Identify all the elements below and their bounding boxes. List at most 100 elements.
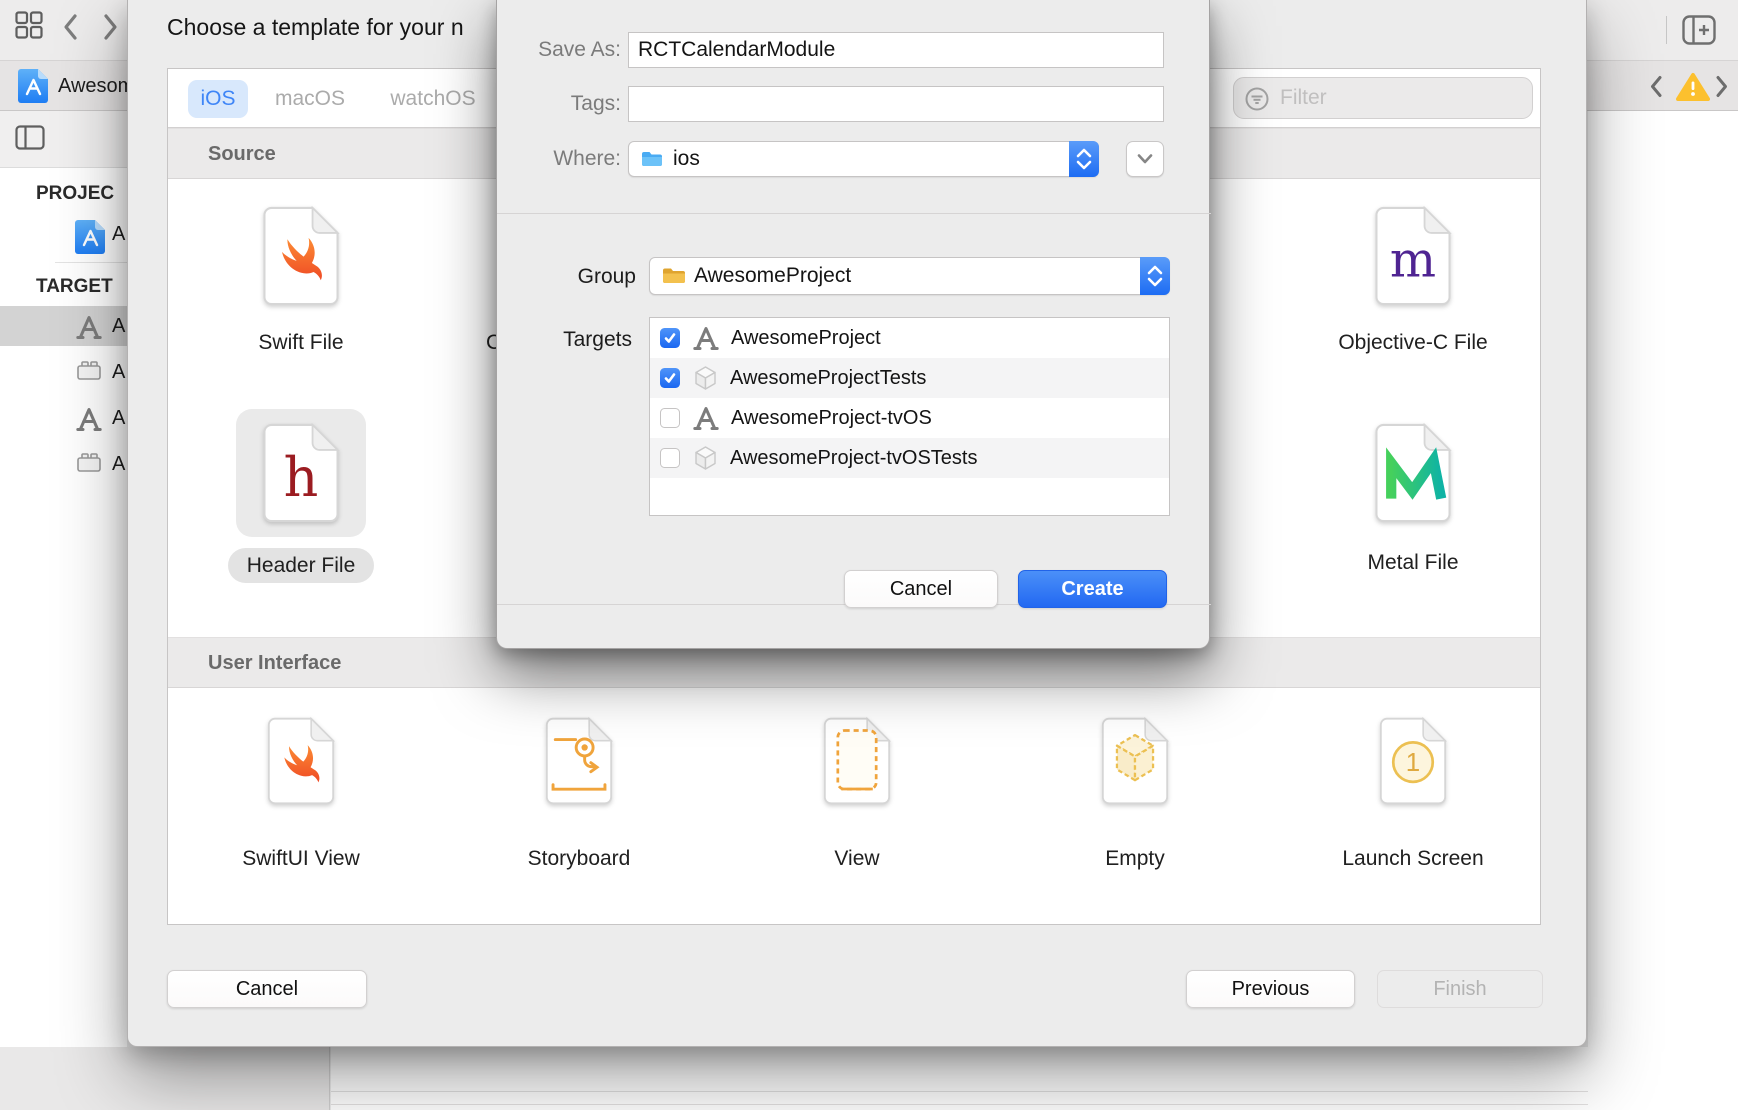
app-target-icon bbox=[693, 405, 719, 431]
template-item-label: Launch Screen bbox=[1293, 847, 1533, 871]
sidebar-target-row[interactable]: A bbox=[0, 306, 127, 346]
filter-field[interactable] bbox=[1233, 77, 1533, 119]
sidebar-toggle-icon[interactable] bbox=[15, 125, 45, 150]
sidebar-target-label: A bbox=[112, 352, 125, 392]
target-checkbox[interactable] bbox=[660, 448, 680, 468]
save-sheet: Save As: Tags: Where: ios Group AwesomeP… bbox=[496, 0, 1210, 649]
target-row[interactable]: AwesomeProject bbox=[650, 318, 1169, 358]
tab-macos[interactable]: macOS bbox=[268, 80, 352, 118]
folder-yellow-icon bbox=[662, 267, 686, 285]
project-row-label: A bbox=[112, 214, 125, 254]
add-editor-icon[interactable] bbox=[1682, 15, 1716, 45]
template-item-label: Empty bbox=[1015, 847, 1255, 871]
objective-c-file-icon: m bbox=[1375, 206, 1452, 306]
template-item-swiftui-view[interactable]: SwiftUI View bbox=[181, 717, 421, 887]
test-bundle-icon bbox=[76, 360, 102, 382]
finish-button[interactable]: Finish bbox=[1377, 970, 1543, 1008]
view-icon bbox=[823, 717, 891, 805]
screen: Awesom PROJEC A TARGET AAAA Choose a tem… bbox=[0, 0, 1738, 1110]
warning-icon[interactable] bbox=[1676, 72, 1710, 102]
tab-ios[interactable]: iOS bbox=[188, 80, 248, 118]
where-label: Where: bbox=[507, 143, 621, 175]
header-file-icon: h bbox=[263, 423, 340, 523]
targets-label: Targets bbox=[518, 324, 632, 356]
swift-file-icon bbox=[263, 206, 340, 306]
target-checkbox[interactable] bbox=[660, 368, 680, 388]
test-cube-icon bbox=[693, 445, 718, 471]
popup-stepper-icon bbox=[1069, 141, 1099, 177]
cancel-button[interactable]: Cancel bbox=[167, 970, 367, 1008]
svg-text:h: h bbox=[284, 446, 319, 509]
project-navigator: PROJEC A TARGET AAAA bbox=[0, 168, 127, 1047]
sheet-cancel-button[interactable]: Cancel bbox=[844, 570, 998, 608]
sidebar-target-row[interactable]: A bbox=[0, 398, 127, 438]
back-chevron-small-icon[interactable] bbox=[1649, 75, 1663, 98]
target-name: AwesomeProject-tvOS bbox=[731, 407, 932, 430]
target-row[interactable]: AwesomeProjectTests bbox=[650, 358, 1169, 398]
divider bbox=[331, 1104, 1588, 1105]
back-chevron-icon[interactable] bbox=[62, 13, 78, 41]
group-popup[interactable]: AwesomeProject bbox=[649, 257, 1170, 295]
bottom-editor-strip bbox=[331, 1047, 1588, 1110]
template-item-view[interactable]: View bbox=[737, 717, 977, 887]
previous-button[interactable]: Previous bbox=[1186, 970, 1355, 1008]
target-checkbox[interactable] bbox=[660, 408, 680, 428]
template-item-storyboard[interactable]: Storyboard bbox=[459, 717, 699, 887]
tab-watchos[interactable]: watchOS bbox=[383, 80, 483, 118]
target-name: AwesomeProject-tvOSTests bbox=[730, 447, 978, 470]
editor-tab-label[interactable]: Awesom bbox=[58, 61, 134, 111]
divider bbox=[497, 213, 1211, 214]
template-item-label: Storyboard bbox=[459, 847, 699, 871]
app-target-icon bbox=[76, 406, 102, 432]
grid-icon[interactable] bbox=[15, 11, 43, 39]
svg-text:1: 1 bbox=[1406, 749, 1420, 777]
save-as-label: Save As: bbox=[507, 34, 621, 66]
target-checkbox[interactable] bbox=[660, 328, 680, 348]
app-project-icon bbox=[74, 219, 107, 255]
expand-sheet-button[interactable] bbox=[1126, 141, 1164, 177]
save-as-input[interactable] bbox=[628, 32, 1164, 68]
template-item-launch-screen[interactable]: 1 Launch Screen bbox=[1293, 717, 1533, 887]
bottom-left-pane bbox=[0, 1047, 330, 1110]
forward-chevron-small-icon[interactable] bbox=[1715, 75, 1729, 98]
target-name: AwesomeProjectTests bbox=[730, 367, 926, 390]
sidebar-target-row[interactable]: A bbox=[0, 352, 127, 392]
where-popup[interactable]: ios bbox=[628, 141, 1099, 177]
filter-input[interactable] bbox=[1278, 82, 1518, 114]
target-row[interactable]: AwesomeProject-tvOSTests bbox=[650, 438, 1169, 478]
section-title: Source bbox=[208, 129, 276, 179]
template-item-label: Metal File bbox=[1293, 551, 1533, 575]
filter-icon bbox=[1244, 86, 1270, 112]
targets-section-header: TARGET bbox=[36, 274, 113, 300]
target-name: AwesomeProject bbox=[731, 327, 881, 350]
targets-list: AwesomeProject AwesomeProjectTests Awesome… bbox=[649, 317, 1170, 516]
section-title: User Interface bbox=[208, 638, 341, 688]
group-label: Group bbox=[522, 261, 636, 293]
template-item-objective-c-file[interactable]: m Objective-C File bbox=[1293, 206, 1533, 371]
template-item-label: Swift File bbox=[181, 331, 421, 355]
where-value: ios bbox=[673, 142, 700, 176]
create-button[interactable]: Create bbox=[1018, 570, 1167, 608]
template-item-label: Objective-C File bbox=[1293, 331, 1533, 355]
storyboard-icon bbox=[545, 717, 613, 805]
divider bbox=[55, 262, 127, 263]
forward-chevron-icon[interactable] bbox=[103, 13, 119, 41]
test-bundle-icon bbox=[76, 452, 102, 474]
folder-blue-icon bbox=[641, 151, 663, 168]
chevron-down-icon bbox=[1136, 153, 1154, 165]
app-target-icon bbox=[693, 325, 719, 351]
sidebar-target-row[interactable]: A bbox=[0, 444, 127, 484]
template-item-label: Header File bbox=[181, 548, 421, 583]
template-item-swift-file[interactable]: Swift File bbox=[181, 206, 421, 371]
swiftui-view-icon bbox=[267, 717, 335, 805]
target-row[interactable]: AwesomeProject-tvOS bbox=[650, 398, 1169, 438]
project-section-header: PROJEC bbox=[36, 181, 114, 207]
dialog-title: Choose a template for your n bbox=[167, 14, 464, 41]
template-item-metal-file[interactable]: Metal File bbox=[1293, 423, 1533, 591]
template-item-empty[interactable]: Empty bbox=[1015, 717, 1255, 887]
tags-input[interactable] bbox=[628, 86, 1164, 122]
navigator-toolbar bbox=[0, 111, 127, 168]
template-item-header-file[interactable]: h Header File bbox=[181, 423, 421, 591]
template-item-label: View bbox=[737, 847, 977, 871]
project-row[interactable]: A bbox=[0, 214, 127, 254]
